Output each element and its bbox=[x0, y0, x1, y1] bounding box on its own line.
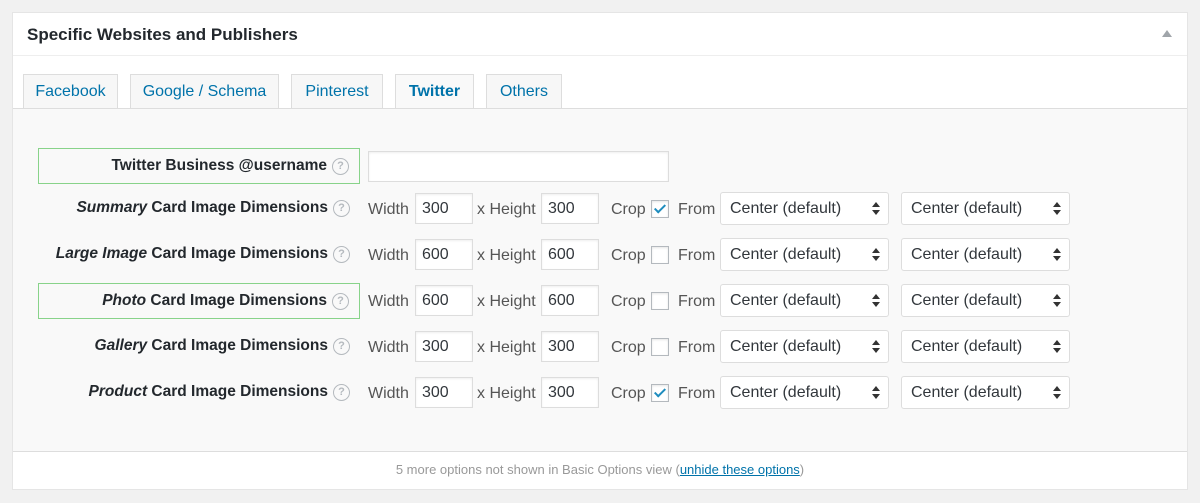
select-arrows-icon bbox=[1053, 248, 1061, 262]
crop-checkbox[interactable] bbox=[651, 200, 669, 218]
crop-from-x-select[interactable]: Center (default) bbox=[720, 192, 889, 225]
from-label: From bbox=[678, 339, 716, 356]
help-icon[interactable]: ? bbox=[333, 384, 350, 401]
crop-from-y-select[interactable]: Center (default) bbox=[901, 192, 1070, 225]
select-arrows-icon bbox=[872, 386, 880, 400]
select-arrows-icon bbox=[872, 340, 880, 354]
select-arrows-icon bbox=[872, 202, 880, 216]
width-input[interactable]: 300 bbox=[415, 377, 473, 408]
options-footer: 5 more options not shown in Basic Option… bbox=[13, 451, 1187, 489]
width-label: Width bbox=[368, 201, 409, 218]
height-input[interactable]: 600 bbox=[541, 285, 599, 316]
select-arrows-icon bbox=[1053, 202, 1061, 216]
crop-label: Crop bbox=[611, 247, 646, 264]
width-label: Width bbox=[368, 339, 409, 356]
help-icon[interactable]: ? bbox=[333, 200, 350, 217]
crop-label: Crop bbox=[611, 201, 646, 218]
metabox-header[interactable]: Specific Websites and Publishers bbox=[13, 13, 1187, 56]
select-arrows-icon bbox=[872, 248, 880, 262]
triangle-up-icon[interactable] bbox=[1162, 30, 1172, 37]
height-label: x Height bbox=[477, 385, 536, 402]
crop-checkbox[interactable] bbox=[651, 246, 669, 264]
crop-label: Crop bbox=[611, 293, 646, 310]
crop-checkbox[interactable] bbox=[651, 292, 669, 310]
crop-label: Crop bbox=[611, 385, 646, 402]
from-label: From bbox=[678, 385, 716, 402]
from-label: From bbox=[678, 247, 716, 264]
width-label: Width bbox=[368, 247, 409, 264]
card-dimensions-label: Gallery Card Image Dimensions ? bbox=[38, 329, 360, 365]
width-label: Width bbox=[368, 385, 409, 402]
crop-from-x-select[interactable]: Center (default) bbox=[720, 376, 889, 409]
height-input[interactable]: 300 bbox=[541, 193, 599, 224]
metabox-title: Specific Websites and Publishers bbox=[27, 25, 298, 44]
unhide-options-link[interactable]: unhide these options bbox=[680, 462, 800, 477]
width-label: Width bbox=[368, 293, 409, 310]
tab-google-schema[interactable]: Google / Schema bbox=[130, 74, 279, 109]
card-dimensions-label: Large Image Card Image Dimensions ? bbox=[38, 237, 360, 273]
height-input[interactable]: 600 bbox=[541, 239, 599, 270]
height-label: x Height bbox=[477, 293, 536, 310]
twitter-username-input[interactable] bbox=[368, 151, 669, 182]
checkmark-icon bbox=[653, 201, 667, 214]
help-icon[interactable]: ? bbox=[333, 246, 350, 263]
metabox: Specific Websites and Publishers Faceboo… bbox=[12, 12, 1188, 490]
crop-from-y-select[interactable]: Center (default) bbox=[901, 238, 1070, 271]
tab-others[interactable]: Others bbox=[486, 74, 562, 109]
height-input[interactable]: 300 bbox=[541, 331, 599, 362]
tab-facebook[interactable]: Facebook bbox=[23, 74, 118, 109]
crop-checkbox[interactable] bbox=[651, 384, 669, 402]
height-label: x Height bbox=[477, 201, 536, 218]
crop-from-y-select[interactable]: Center (default) bbox=[901, 376, 1070, 409]
select-arrows-icon bbox=[1053, 294, 1061, 308]
checkmark-icon bbox=[653, 385, 667, 398]
from-label: From bbox=[678, 293, 716, 310]
crop-from-y-select[interactable]: Center (default) bbox=[901, 284, 1070, 317]
height-input[interactable]: 300 bbox=[541, 377, 599, 408]
width-input[interactable]: 600 bbox=[415, 239, 473, 270]
tab-pinterest[interactable]: Pinterest bbox=[291, 74, 383, 109]
select-arrows-icon bbox=[872, 294, 880, 308]
card-dimensions-label: Summary Card Image Dimensions ? bbox=[38, 191, 360, 227]
crop-from-x-select[interactable]: Center (default) bbox=[720, 284, 889, 317]
card-dimensions-label: Product Card Image Dimensions ? bbox=[38, 375, 360, 411]
crop-from-y-select[interactable]: Center (default) bbox=[901, 330, 1070, 363]
select-arrows-icon bbox=[1053, 386, 1061, 400]
help-icon[interactable]: ? bbox=[332, 158, 349, 175]
select-arrows-icon bbox=[1053, 340, 1061, 354]
crop-from-x-select[interactable]: Center (default) bbox=[720, 238, 889, 271]
crop-checkbox[interactable] bbox=[651, 338, 669, 356]
help-icon[interactable]: ? bbox=[332, 293, 349, 310]
crop-label: Crop bbox=[611, 339, 646, 356]
height-label: x Height bbox=[477, 339, 536, 356]
from-label: From bbox=[678, 201, 716, 218]
width-input[interactable]: 300 bbox=[415, 193, 473, 224]
twitter-options-panel: Twitter Business @username ? Summary Car… bbox=[13, 109, 1187, 451]
height-label: x Height bbox=[477, 247, 536, 264]
width-input[interactable]: 300 bbox=[415, 331, 473, 362]
card-dimensions-label: Photo Card Image Dimensions ? bbox=[38, 283, 360, 319]
username-label: Twitter Business @username ? bbox=[38, 148, 360, 184]
help-icon[interactable]: ? bbox=[333, 338, 350, 355]
width-input[interactable]: 600 bbox=[415, 285, 473, 316]
tab-twitter[interactable]: Twitter bbox=[395, 74, 474, 110]
crop-from-x-select[interactable]: Center (default) bbox=[720, 330, 889, 363]
